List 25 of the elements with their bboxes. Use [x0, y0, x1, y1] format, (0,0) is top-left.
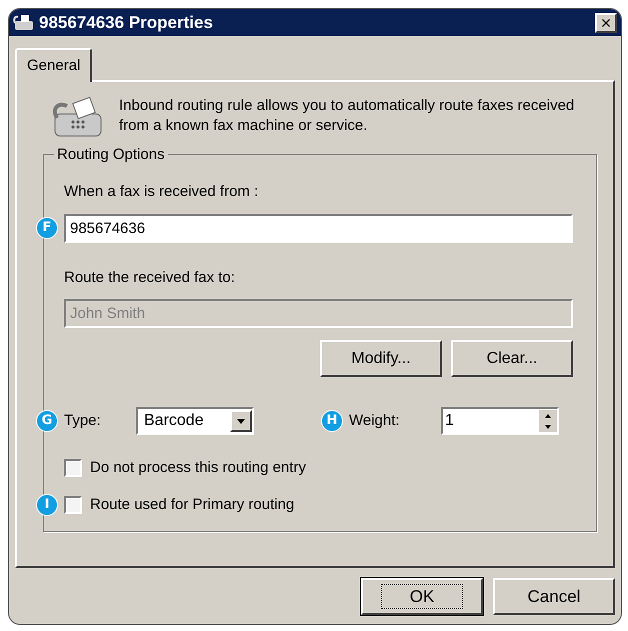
route-label: Route the received fax to:	[64, 268, 236, 288]
dialog-button[interactable]: Cancel	[493, 578, 615, 615]
type-label: Type:	[64, 410, 102, 431]
checkbox[interactable]	[64, 459, 82, 478]
type-dropdown[interactable]: Barcode	[136, 407, 254, 435]
spinner-arrows-icon	[539, 410, 557, 432]
action-button[interactable]: Clear...	[451, 340, 573, 377]
checkbox-label: Route used for Primary routing	[90, 494, 294, 514]
close-button[interactable]: ×	[595, 12, 617, 32]
checkbox-label: Do not process this routing entry	[90, 458, 306, 478]
window-title: 985674636 Properties	[39, 12, 214, 34]
tab[interactable]: General	[15, 48, 92, 82]
checkbox[interactable]	[64, 496, 82, 514]
weight-spinner[interactable]: 1	[441, 407, 559, 435]
dialog-button[interactable]: OK	[361, 578, 483, 615]
callout-badge: F	[36, 217, 58, 239]
callout-badge: G	[36, 410, 58, 432]
from-label: When a fax is received from :	[64, 182, 260, 202]
intro-text: Inbound routing rule allows you to automatically route faxes received from a known fax machine or service.	[119, 96, 576, 136]
callout-badge: I	[36, 494, 58, 516]
callout-badge: H	[321, 410, 343, 432]
text-field[interactable]: 985674636	[64, 214, 573, 242]
weight-label: Weight:	[349, 410, 401, 431]
action-button[interactable]: Modify...	[320, 340, 442, 377]
fax-icon	[13, 14, 35, 32]
